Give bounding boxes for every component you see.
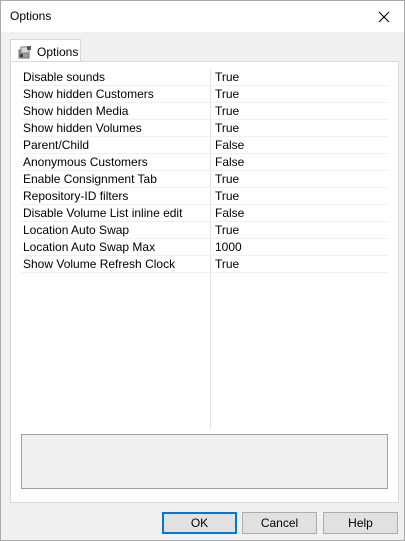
property-value[interactable]: True bbox=[215, 70, 385, 84]
options-dialog: Options Options Disable sounds True Show… bbox=[0, 0, 405, 541]
property-value[interactable]: True bbox=[215, 121, 385, 135]
property-value[interactable]: True bbox=[215, 104, 385, 118]
ok-button[interactable]: OK bbox=[162, 512, 237, 534]
description-panel bbox=[21, 434, 388, 489]
tab-panel: Disable sounds True Show hidden Customer… bbox=[10, 61, 399, 503]
property-name: Location Auto Swap bbox=[23, 223, 130, 237]
options-page-icon bbox=[18, 45, 31, 58]
close-button[interactable] bbox=[364, 1, 404, 32]
property-value[interactable]: True bbox=[215, 87, 385, 101]
property-name: Disable Volume List inline edit bbox=[23, 206, 183, 220]
property-name: Show Volume Refresh Clock bbox=[23, 257, 176, 271]
close-icon bbox=[378, 11, 390, 22]
help-button[interactable]: Help bbox=[323, 512, 398, 534]
property-row[interactable]: Show hidden Media True bbox=[21, 103, 389, 120]
property-name: Location Auto Swap Max bbox=[23, 240, 156, 254]
property-name: Show hidden Customers bbox=[23, 87, 154, 101]
property-name: Show hidden Media bbox=[23, 104, 129, 118]
property-row[interactable]: Parent/Child False bbox=[21, 137, 389, 154]
property-name: Show hidden Volumes bbox=[23, 121, 142, 135]
title-bar: Options bbox=[1, 1, 404, 32]
window-title: Options bbox=[10, 9, 52, 23]
cancel-button[interactable]: Cancel bbox=[242, 512, 317, 534]
tab-options[interactable]: Options bbox=[10, 39, 81, 63]
property-value[interactable]: True bbox=[215, 223, 385, 237]
property-value[interactable]: True bbox=[215, 172, 385, 186]
property-grid[interactable]: Disable sounds True Show hidden Customer… bbox=[21, 69, 389, 429]
property-row[interactable]: Show Volume Refresh Clock True bbox=[21, 256, 389, 273]
property-row[interactable]: Show hidden Customers True bbox=[21, 86, 389, 103]
property-row[interactable]: Location Auto Swap True bbox=[21, 222, 389, 239]
property-row[interactable]: Repository-ID filters True bbox=[21, 188, 389, 205]
property-name: Anonymous Customers bbox=[23, 155, 148, 169]
property-row[interactable]: Anonymous Customers False bbox=[21, 154, 389, 171]
tab-strip: Options bbox=[1, 32, 404, 63]
tab-label: Options bbox=[37, 44, 79, 59]
property-row[interactable]: Disable sounds True bbox=[21, 69, 389, 86]
property-row[interactable]: Show hidden Volumes True bbox=[21, 120, 389, 137]
property-row[interactable]: Enable Consignment Tab True bbox=[21, 171, 389, 188]
property-name: Disable sounds bbox=[23, 70, 106, 84]
property-value[interactable]: 1000 bbox=[215, 240, 385, 254]
property-value[interactable]: False bbox=[215, 138, 385, 152]
property-value[interactable]: False bbox=[215, 206, 385, 220]
property-name: Repository-ID filters bbox=[23, 189, 129, 203]
property-row[interactable]: Disable Volume List inline edit False bbox=[21, 205, 389, 222]
property-name: Enable Consignment Tab bbox=[23, 172, 157, 186]
property-value[interactable]: True bbox=[215, 257, 385, 271]
property-value[interactable]: True bbox=[215, 189, 385, 203]
property-value[interactable]: False bbox=[215, 155, 385, 169]
property-row[interactable]: Location Auto Swap Max 1000 bbox=[21, 239, 389, 256]
property-name: Parent/Child bbox=[23, 138, 90, 152]
